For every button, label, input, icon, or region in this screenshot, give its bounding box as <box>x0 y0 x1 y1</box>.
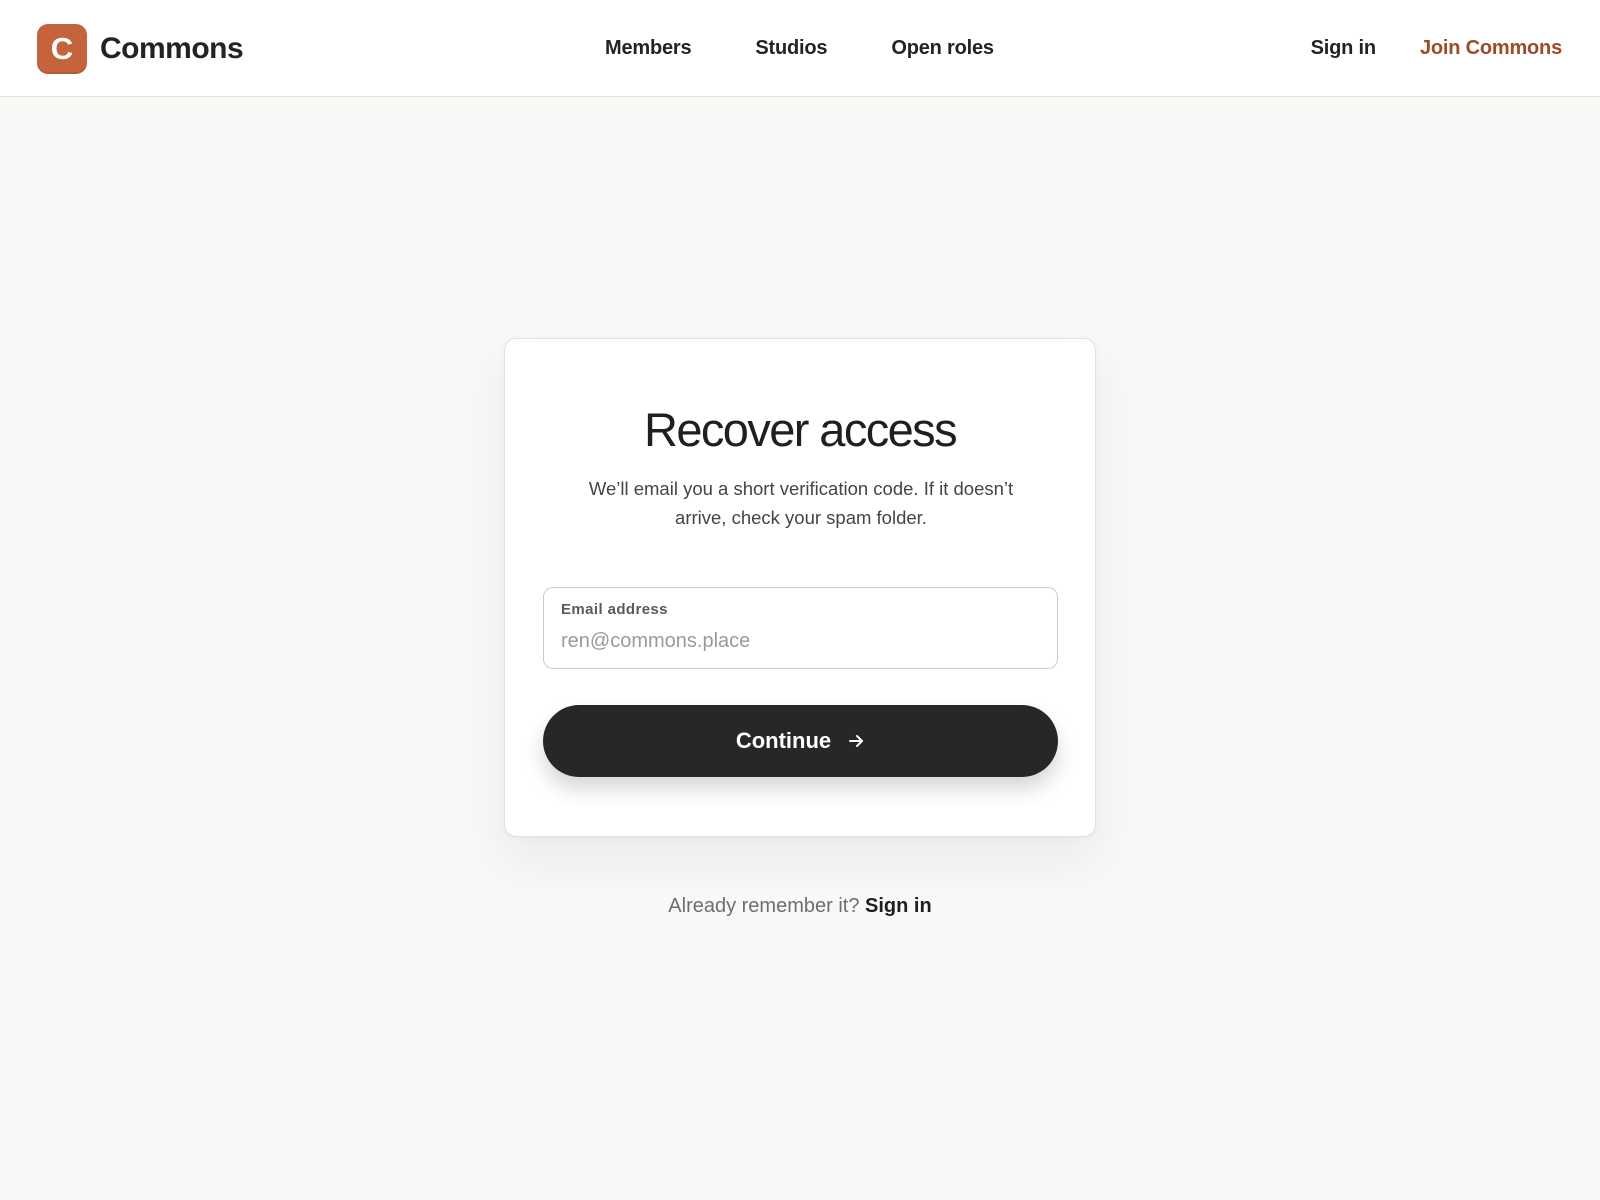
join-commons-link[interactable]: Join Commons <box>1420 37 1562 60</box>
main-nav: Members Studios Open roles <box>605 0 1058 97</box>
nav-link-members[interactable]: Members <box>605 37 692 60</box>
commons-logo-icon: C <box>37 24 87 74</box>
page-subtitle: We’ll email you a short verification cod… <box>588 478 1014 528</box>
continue-button-label: Continue <box>735 728 832 753</box>
account-nav: Sign in Join Commons <box>1267 0 1563 97</box>
nav-sign-in-link[interactable]: Sign in <box>1311 37 1376 60</box>
recover-access-card: Recover access We’ll email you a short v… <box>504 338 1096 837</box>
brand-home-link[interactable]: C Commons <box>37 24 244 74</box>
nav-link-studios[interactable]: Studios <box>755 37 827 60</box>
page-title: Recover access <box>644 403 958 456</box>
email-input[interactable] <box>561 626 1039 656</box>
sign-in-prompt: Already remember it? Sign in <box>0 895 1600 918</box>
arrow-right-icon <box>847 732 865 750</box>
nav-link-open-roles[interactable]: Open roles <box>891 37 994 60</box>
brand-name: Commons <box>100 32 244 65</box>
top-navigation-bar: C Commons Members Studios Open roles Sig… <box>0 0 1600 97</box>
email-field[interactable]: Email address <box>543 587 1058 669</box>
sign-in-prompt-text: Already remember it? <box>668 895 860 917</box>
footer-sign-in-link[interactable]: Sign in <box>865 895 932 917</box>
continue-button[interactable]: Continue <box>543 705 1058 777</box>
email-field-label: Email address <box>561 601 668 618</box>
